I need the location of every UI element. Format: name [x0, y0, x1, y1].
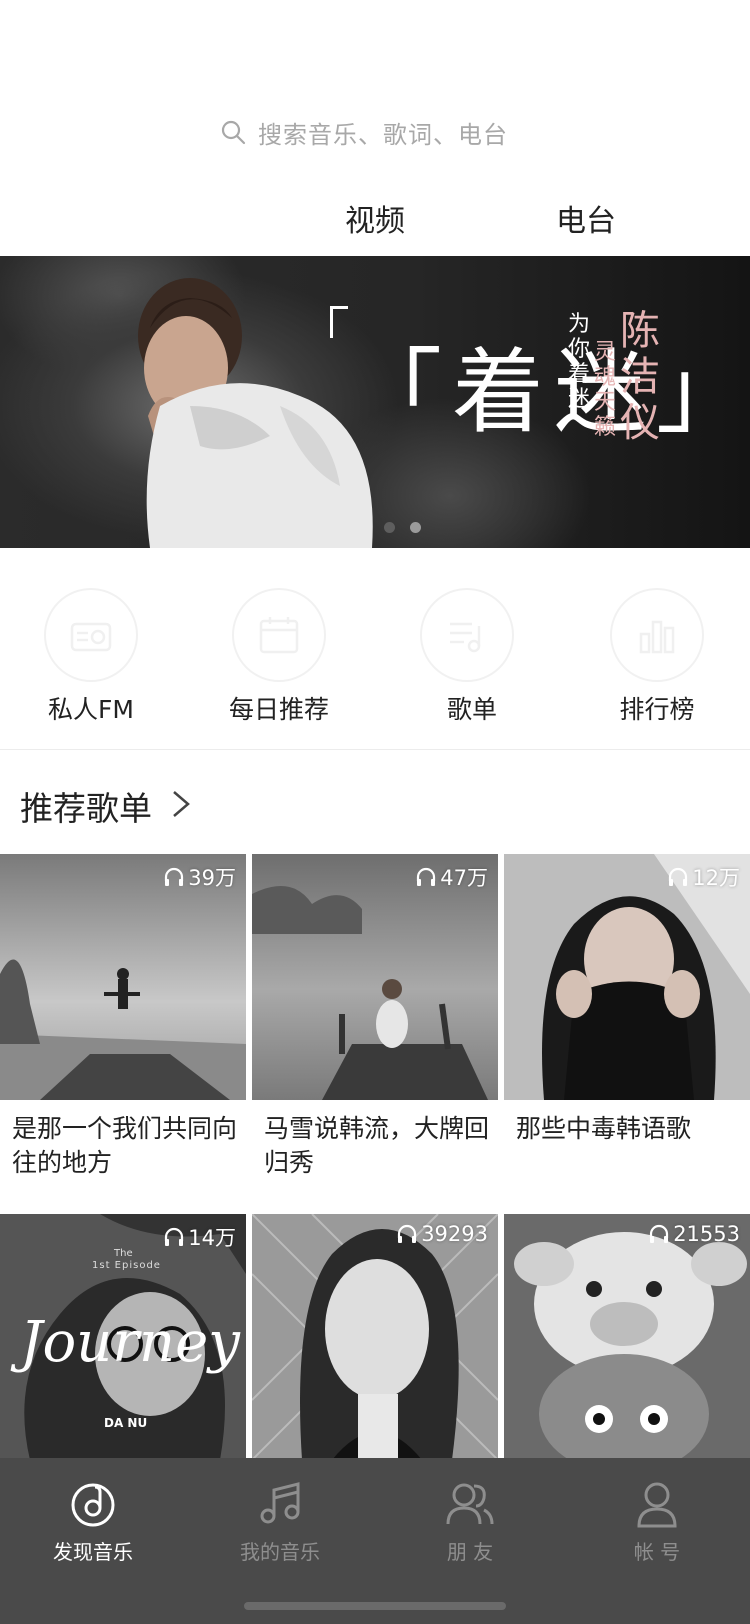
headphones-icon — [650, 1224, 669, 1243]
playlist-icon — [450, 622, 481, 653]
search-bar[interactable]: 搜索音乐、歌词、电台 — [220, 112, 550, 152]
playlist-button[interactable] — [420, 588, 514, 682]
tab-my-music[interactable]: 我的音乐 — [210, 1478, 350, 1565]
play-count-value: 21553 — [673, 1222, 740, 1246]
headphones-icon — [165, 1227, 184, 1246]
play-count-value: 12万 — [692, 866, 740, 890]
play-count: 14万 — [163, 1222, 236, 1252]
playlist-card[interactable]: 12万 — [504, 854, 750, 1100]
section-divider — [0, 749, 750, 750]
tab-label: 我的音乐 — [240, 1540, 320, 1564]
playlist-cover — [504, 1214, 750, 1460]
cover-text-script: Journey — [20, 1310, 240, 1375]
radio-icon — [70, 622, 112, 652]
banner-subtitle-1: 为你着迷 — [567, 312, 590, 412]
playlist-title[interactable]: 是那一个我们共同向往的地方 — [12, 1112, 252, 1180]
tab-account[interactable]: 帐 号 — [587, 1478, 727, 1565]
tab-label: 发现音乐 — [53, 1540, 133, 1564]
private-fm-button[interactable] — [44, 588, 138, 682]
playlist-title[interactable]: 马雪说韩流，大牌回归秀 — [264, 1112, 504, 1180]
search-icon — [221, 120, 246, 145]
tab-radio[interactable]: 电台 — [556, 196, 616, 240]
section-title[interactable]: 推荐歌单 — [20, 782, 152, 830]
ranking-label: 排行榜 — [619, 695, 695, 724]
playlist-card[interactable]: 39293 — [252, 1214, 498, 1460]
home-indicator[interactable] — [244, 1602, 506, 1610]
banner[interactable]: 「着迷」 为你着迷 灵魂天籁 陈洁仪 — [0, 256, 750, 548]
headphones-icon — [417, 867, 436, 886]
banner-title-text: 「着迷」 — [350, 339, 750, 446]
friends-icon — [446, 1483, 494, 1525]
banner-subtitle-2: 灵魂天籁 — [593, 340, 616, 440]
playlist-label: 歌单 — [446, 695, 497, 724]
music-notes-icon — [260, 1482, 300, 1524]
cover-text-small: The — [114, 1248, 133, 1259]
banner-page-dot-2[interactable] — [410, 522, 421, 533]
playlist-cover — [252, 1214, 498, 1460]
banner-bracket-left — [330, 306, 348, 338]
playlist-title[interactable]: 那些中毒韩语歌 — [516, 1112, 750, 1146]
play-count-value: 39万 — [188, 866, 236, 890]
play-count-value: 14万 — [188, 1226, 236, 1250]
daily-recommend-label: 每日推荐 — [228, 695, 329, 724]
tab-discover-music[interactable]: 发现音乐 — [23, 1478, 163, 1565]
tab-label: 朋 友 — [446, 1540, 494, 1564]
play-count: 39293 — [396, 1222, 488, 1246]
banner-title: 「着迷」 — [330, 306, 748, 462]
tab-friends[interactable]: 朋 友 — [400, 1478, 540, 1565]
tab-label: 帐 号 — [633, 1540, 681, 1564]
play-count-value: 47万 — [440, 866, 488, 890]
banner-artist: 陈洁仪 — [620, 308, 660, 446]
playlist-card[interactable]: The 1st Episode Journey DA NU 14万 — [0, 1214, 246, 1460]
playlist-card[interactable]: 21553 — [504, 1214, 750, 1460]
chevron-right-icon[interactable] — [168, 788, 194, 820]
banner-page-dot-1[interactable] — [384, 522, 395, 533]
chart-icon — [639, 620, 675, 654]
cover-text-artist: DA NU — [104, 1416, 148, 1430]
play-count: 12万 — [667, 862, 740, 892]
play-count-value: 39293 — [421, 1222, 488, 1246]
play-count: 21553 — [648, 1222, 740, 1246]
playlist-card[interactable]: 39万 — [0, 854, 246, 1100]
playlist-card[interactable]: 47万 — [252, 854, 498, 1100]
calendar-icon — [259, 617, 299, 654]
headphones-icon — [398, 1224, 417, 1243]
tab-video[interactable]: 视频 — [345, 196, 405, 240]
headphones-icon — [165, 867, 184, 886]
play-count: 47万 — [415, 862, 488, 892]
play-count: 39万 — [163, 862, 236, 892]
ranking-button[interactable] — [610, 588, 704, 682]
cover-text-episode: 1st Episode — [92, 1260, 161, 1271]
private-fm-label: 私人FM — [48, 695, 134, 724]
search-placeholder: 搜索音乐、歌词、电台 — [258, 120, 508, 149]
music-note-circle-icon — [71, 1483, 115, 1527]
account-icon — [637, 1482, 677, 1528]
daily-recommend-button[interactable] — [232, 588, 326, 682]
headphones-icon — [669, 867, 688, 886]
